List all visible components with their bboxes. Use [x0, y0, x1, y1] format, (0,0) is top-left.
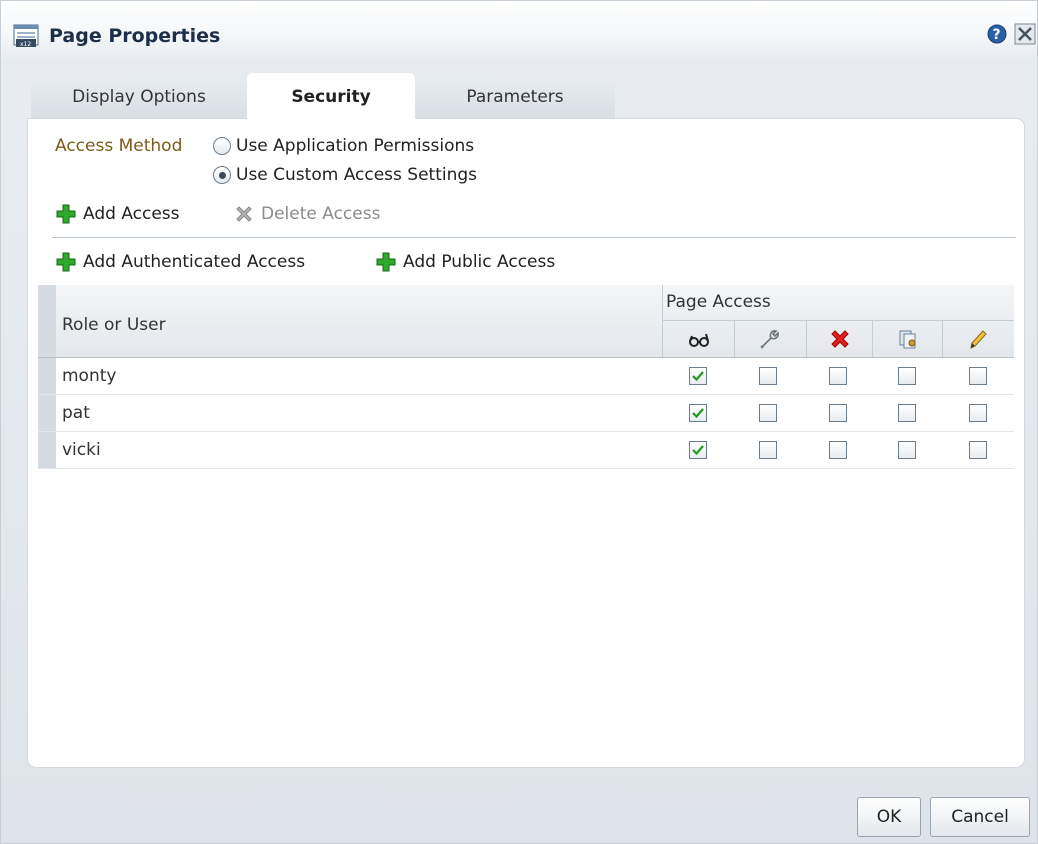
- help-icon[interactable]: ?: [986, 23, 1008, 45]
- column-header-page-access: Page Access: [666, 292, 771, 312]
- checkbox-edit[interactable]: [969, 441, 987, 459]
- radio-use-custom-access-settings[interactable]: [213, 166, 231, 184]
- edit-icon: [970, 330, 987, 349]
- table-row[interactable]: vicki: [38, 432, 1014, 469]
- table-row[interactable]: pat: [38, 395, 1014, 432]
- checkbox-delete[interactable]: [829, 441, 847, 459]
- row-stub: [38, 358, 56, 394]
- check-icon: [692, 371, 704, 382]
- check-icon: [692, 445, 704, 456]
- delete-icon: [236, 206, 252, 222]
- column-divider: [806, 321, 807, 357]
- row-name: monty: [62, 366, 117, 386]
- column-divider: [662, 285, 663, 357]
- tab-security[interactable]: Security: [247, 73, 415, 121]
- add-icon: [376, 252, 396, 272]
- tab-display-options-label: Display Options: [72, 87, 206, 107]
- delete-access-label: Delete Access: [261, 204, 381, 224]
- tab-parameters-label: Parameters: [466, 87, 564, 107]
- radio-use-application-permissions[interactable]: [213, 137, 231, 155]
- add-access-label: Add Access: [83, 204, 180, 224]
- cancel-button[interactable]: Cancel: [930, 797, 1030, 837]
- checkbox-customize[interactable]: [759, 367, 777, 385]
- row-stub: [38, 432, 56, 468]
- row-name: pat: [62, 403, 90, 423]
- table-row[interactable]: monty: [38, 358, 1014, 395]
- checkbox-edit[interactable]: [969, 404, 987, 422]
- checkbox-view[interactable]: [689, 404, 707, 422]
- add-public-access-label: Add Public Access: [403, 252, 556, 272]
- row-stub: [38, 395, 56, 431]
- column-header-role-or-user: Role or User: [62, 315, 166, 335]
- group-divider: [662, 320, 1014, 321]
- row-name: vicki: [62, 440, 101, 460]
- check-icon: [692, 408, 704, 419]
- radio-custom-access-label: Use Custom Access Settings: [236, 165, 478, 185]
- checkbox-grant[interactable]: [898, 404, 916, 422]
- customize-icon: [760, 330, 779, 349]
- ok-button[interactable]: OK: [857, 797, 921, 837]
- checkbox-grant[interactable]: [898, 367, 916, 385]
- checkbox-customize[interactable]: [759, 441, 777, 459]
- column-divider: [734, 321, 735, 357]
- checkbox-grant[interactable]: [898, 441, 916, 459]
- checkbox-delete[interactable]: [829, 404, 847, 422]
- add-icon: [56, 252, 76, 272]
- column-divider: [942, 321, 943, 357]
- svg-text:?: ?: [993, 27, 1001, 43]
- tab-parameters[interactable]: Parameters: [415, 73, 615, 121]
- add-icon: [56, 204, 76, 224]
- checkbox-edit[interactable]: [969, 367, 987, 385]
- add-public-access-button[interactable]: Add Public Access: [375, 251, 555, 273]
- page-properties-dialog: x12 Page Properties ? Display Options Se…: [0, 0, 1038, 844]
- column-divider: [872, 321, 873, 357]
- divider: [52, 237, 1016, 238]
- add-access-button[interactable]: Add Access: [55, 203, 180, 225]
- title-bar: x12 Page Properties ?: [1, 1, 1037, 61]
- add-authenticated-access-label: Add Authenticated Access: [83, 252, 306, 272]
- checkbox-view[interactable]: [689, 367, 707, 385]
- checkbox-view[interactable]: [689, 441, 707, 459]
- access-table: Role or User Page Access monty pat vicki: [38, 285, 1014, 475]
- cancel-button-label: Cancel: [951, 807, 1009, 827]
- delete-access-button[interactable]: Delete Access: [233, 203, 380, 225]
- grant-icon: [899, 330, 916, 349]
- svg-text:x12: x12: [20, 41, 31, 48]
- header-row-stub: [38, 285, 56, 357]
- tab-security-label: Security: [291, 87, 371, 107]
- tab-display-options[interactable]: Display Options: [31, 73, 247, 121]
- access-method-label: Access Method: [55, 136, 183, 156]
- ok-button-label: OK: [876, 807, 902, 827]
- delete-icon: [831, 330, 849, 348]
- checkbox-delete[interactable]: [829, 367, 847, 385]
- add-authenticated-access-button[interactable]: Add Authenticated Access: [55, 251, 305, 273]
- close-icon[interactable]: [1014, 23, 1036, 45]
- checkbox-customize[interactable]: [759, 404, 777, 422]
- table-header: Role or User Page Access: [38, 285, 1014, 358]
- security-panel: Access Method Use Application Permission…: [28, 119, 1024, 767]
- view-icon: [689, 333, 709, 347]
- dialog-title: Page Properties: [49, 25, 221, 47]
- page-icon: x12: [13, 24, 39, 48]
- radio-application-permissions-label: Use Application Permissions: [236, 136, 475, 156]
